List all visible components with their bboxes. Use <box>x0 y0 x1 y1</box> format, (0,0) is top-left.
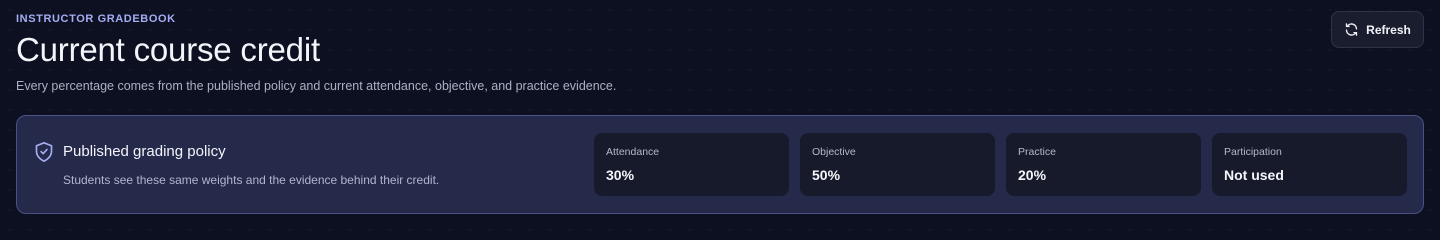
page-header: INSTRUCTOR GRADEBOOK Current course cred… <box>16 12 1424 94</box>
page-eyebrow: INSTRUCTOR GRADEBOOK <box>16 13 176 25</box>
weight-tile-attendance: Attendance 30% <box>594 133 789 196</box>
policy-description: Students see these same weights and the … <box>63 173 440 187</box>
page-subtitle: Every percentage comes from the publishe… <box>16 79 617 93</box>
refresh-button-label: Refresh <box>1366 22 1411 37</box>
policy-title: Published grading policy <box>63 143 226 160</box>
weight-label: Participation <box>1224 146 1282 158</box>
grading-policy-card: Published grading policy Students see th… <box>16 115 1424 214</box>
refresh-button[interactable]: Refresh <box>1331 11 1424 48</box>
weight-value: Not used <box>1224 167 1284 183</box>
weight-label: Practice <box>1018 146 1056 158</box>
shield-check-icon <box>34 141 54 168</box>
weight-label: Attendance <box>606 146 660 158</box>
weight-tile-participation: Participation Not used <box>1212 133 1407 196</box>
weight-value: 30% <box>606 167 635 183</box>
weight-tile-practice: Practice 20% <box>1006 133 1201 196</box>
page-title: Current course credit <box>16 31 320 68</box>
refresh-icon <box>1344 22 1359 37</box>
weight-label: Objective <box>812 146 856 158</box>
policy-weights: Attendance 30% Objective 50% Practice 20… <box>594 133 1407 196</box>
weight-value: 50% <box>812 167 841 183</box>
weight-tile-objective: Objective 50% <box>800 133 995 196</box>
weight-value: 20% <box>1018 167 1047 183</box>
